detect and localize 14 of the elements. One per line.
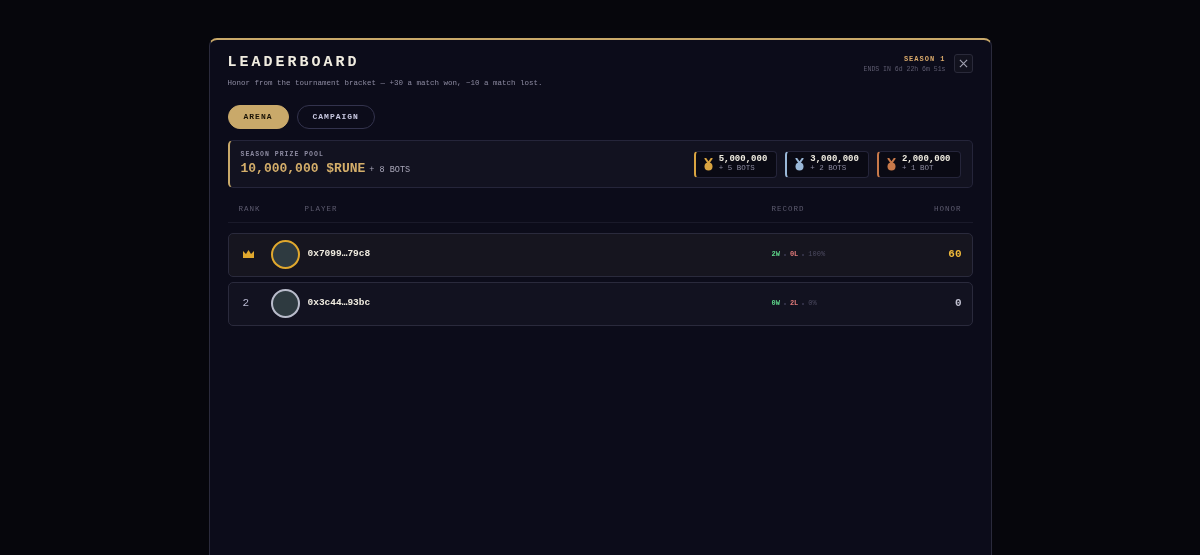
prize-pool-bots: + 8 BOTS — [369, 164, 411, 178]
rank-number: 2 — [242, 297, 250, 310]
honor-score: 60 — [947, 247, 962, 263]
prize-amount: 3,000,000 — [810, 155, 859, 165]
honor-score: 0 — [953, 296, 962, 312]
player-address: 0x7099…79c8 — [307, 247, 372, 262]
close-icon[interactable] — [958, 59, 968, 68]
prize-amount: 5,000,000 — [718, 155, 768, 165]
player-address: 0x3c44…93bc — [307, 296, 372, 311]
modal-title: LEADERBOARD — [227, 54, 361, 72]
close-button[interactable] — [953, 54, 973, 73]
prize-amount: 2,000,000 — [901, 155, 951, 165]
prize-pool-amount: 10,000,000 $RUNE — [240, 160, 366, 179]
tab[interactable]: ARENA — [227, 105, 289, 130]
